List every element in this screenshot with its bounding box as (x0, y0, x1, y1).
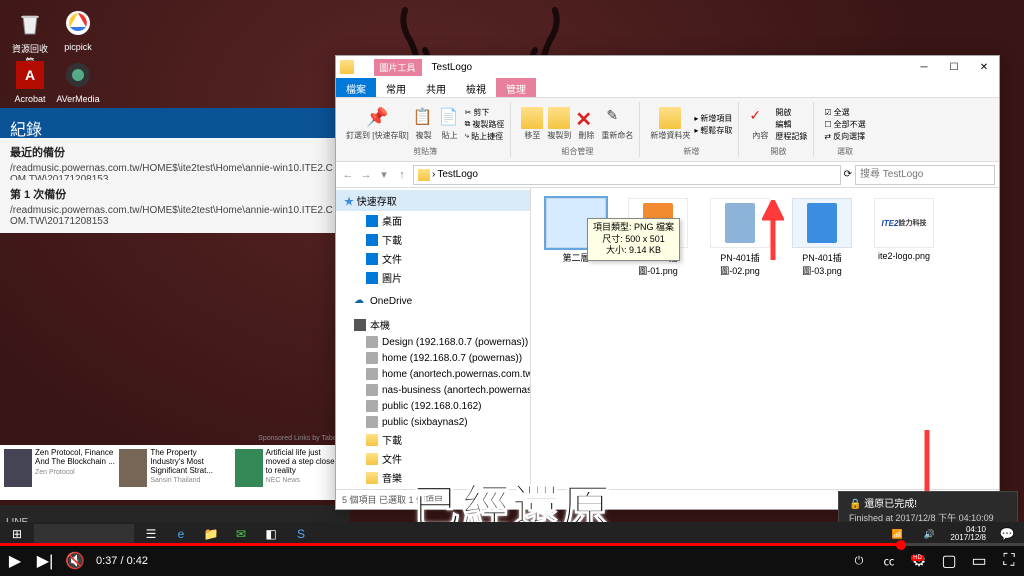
refresh-button[interactable]: ⟳ (844, 169, 852, 180)
nav-item[interactable]: home (anortech.powernas.com.tw (powernas… (336, 366, 530, 382)
tb-app[interactable]: ✉ (226, 523, 256, 545)
close-button[interactable]: ✕ (969, 56, 999, 78)
moveto-button[interactable]: 移至 (521, 107, 543, 141)
breadcrumb[interactable]: › TestLogo (413, 165, 841, 185)
theater-button[interactable]: ▭ (964, 546, 994, 576)
annotation-arrow (762, 200, 784, 260)
nav-item[interactable]: 桌面 (336, 211, 530, 230)
progress-bar[interactable] (0, 543, 1024, 546)
nav-thispc[interactable]: 本機 (336, 315, 530, 334)
desktop-icon-picpick[interactable]: picpick (56, 6, 100, 52)
select-none-button[interactable]: ☐ 全部不選 (824, 119, 865, 130)
desktop-icon-label: Acrobat (14, 94, 45, 104)
tb-app[interactable]: ◧ (256, 523, 286, 545)
properties-button[interactable]: ✓內容 (749, 107, 771, 141)
nav-item[interactable]: 文件 (336, 449, 530, 468)
edit-button[interactable]: 編輯 (775, 119, 807, 130)
autoplay-toggle[interactable]: ⏻ (844, 546, 874, 576)
news-item[interactable]: The Property Industry's Most Significant… (119, 449, 230, 496)
taskbar-search[interactable] (34, 524, 134, 544)
nav-item[interactable]: Design (192.168.0.7 (powernas)) (336, 334, 530, 350)
news-item[interactable]: Zen Protocol, Finance And The Blockchain… (4, 449, 115, 496)
new-item-button[interactable]: ▸ 新增項目 (694, 113, 732, 124)
next-button[interactable]: ▶| (30, 546, 60, 576)
miniplayer-button[interactable]: ▢ (934, 546, 964, 576)
pin-button[interactable]: 📌釘選到 [快速存取] (346, 107, 409, 141)
tab-share[interactable]: 共用 (416, 78, 456, 97)
nav-item[interactable]: home (192.168.0.7 (powernas)) (336, 350, 530, 366)
backup-title: 紀錄 (10, 116, 340, 140)
tray-icon[interactable]: 🔊 (914, 523, 944, 545)
open-button[interactable]: 開啟 (775, 107, 807, 118)
time-display: 0:37 / 0:42 (96, 555, 148, 567)
titlebar: . 圖片工具 TestLogo ─ ☐ ✕ (336, 56, 999, 78)
nav-item[interactable]: public (192.168.0.162) (336, 398, 530, 414)
nav-pane[interactable]: ★ 快速存取 桌面 下載 文件 圖片 ☁OneDrive 本機 Design (… (336, 188, 531, 489)
copy-path-button[interactable]: ⧉ 複製路徑 (465, 119, 505, 130)
play-button[interactable]: ▶ (0, 546, 30, 576)
nav-quick-access[interactable]: ★ 快速存取 (336, 190, 530, 211)
file-png[interactable]: ITE2詮力科技 ite2-logo.png (869, 198, 939, 261)
desktop-icon-label: AVerMedia (56, 94, 99, 104)
minimize-button[interactable]: ─ (909, 56, 939, 78)
invert-select-button[interactable]: ⇄ 反向選擇 (824, 131, 865, 142)
history-button[interactable]: 歷程記錄 (775, 131, 807, 142)
easy-access-button[interactable]: ▸ 輕鬆存取 (694, 125, 732, 136)
tb-app[interactable]: 📁 (196, 523, 226, 545)
nav-item[interactable]: nas-business (anortech.powernas.com.tw (… (336, 382, 530, 398)
delete-button[interactable]: ✕刪除 (575, 107, 597, 141)
explorer-window: . 圖片工具 TestLogo ─ ☐ ✕ 檔案 常用 共用 檢視 管理 📌釘選… (335, 55, 1000, 510)
nav-fwd[interactable]: → (358, 167, 374, 183)
news-item[interactable]: Artificial life just moved a step closer… (235, 449, 346, 496)
nav-item[interactable]: 下載 (336, 430, 530, 449)
new-folder-button[interactable]: 新增資料夾 (650, 107, 690, 141)
rename-button[interactable]: ✎重新命名 (601, 107, 633, 141)
taskbar-clock[interactable]: 04:10 2017/12/8 (946, 526, 990, 542)
tab-view[interactable]: 檢視 (456, 78, 496, 97)
news-strip: Sponsored Links by Taboola Zen Protocol,… (0, 445, 350, 500)
ribbon-tabs: 檔案 常用 共用 檢視 管理 (336, 78, 999, 98)
copyto-button[interactable]: 複製到 (547, 107, 571, 141)
file-tooltip: 項目類型: PNG 檔案 尺寸: 500 x 501 大小: 9.14 KB (587, 218, 680, 261)
paste-button[interactable]: 📄貼上 (439, 107, 461, 141)
mute-button[interactable]: 🔇 (60, 546, 90, 576)
cut-button[interactable]: ✂ 剪下 (465, 107, 505, 118)
search-input[interactable] (855, 165, 995, 185)
start-button[interactable]: ⊞ (2, 523, 32, 545)
task-view[interactable]: ☰ (136, 523, 166, 545)
copy-button[interactable]: 📋複製 (413, 107, 435, 141)
desktop-icon-label: picpick (64, 42, 92, 52)
nav-back[interactable]: ← (340, 167, 356, 183)
paste-shortcut-button[interactable]: ⤷ 貼上捷徑 (465, 131, 505, 142)
address-bar: ← → ▾ ↑ › TestLogo ⟳ (336, 162, 999, 188)
notifications-button[interactable]: 💬 (992, 523, 1022, 545)
nav-item[interactable]: 文件 (336, 249, 530, 268)
backup-first: 第 1 次備份 /readmusic.powernas.com.tw/HOME$… (0, 180, 350, 233)
nav-recent[interactable]: ▾ (376, 167, 392, 183)
tab-file[interactable]: 檔案 (336, 78, 376, 97)
tb-app[interactable]: e (166, 523, 196, 545)
maximize-button[interactable]: ☐ (939, 56, 969, 78)
nav-onedrive[interactable]: ☁OneDrive (336, 293, 530, 309)
tb-app[interactable]: S (286, 523, 316, 545)
captions-button[interactable]: ㏄ (874, 546, 904, 576)
context-tab-label: 圖片工具 (374, 59, 422, 76)
ribbon: 📌釘選到 [快速存取] 📋複製 📄貼上 ✂ 剪下 ⧉ 複製路徑 ⤷ 貼上捷徑 剪… (336, 98, 999, 162)
tab-home[interactable]: 常用 (376, 78, 416, 97)
desktop-icon-acrobat[interactable]: A Acrobat (8, 58, 52, 104)
tab-manage[interactable]: 管理 (496, 78, 536, 97)
nav-item[interactable]: public (sixbaynas2) (336, 414, 530, 430)
nav-up[interactable]: ↑ (394, 167, 410, 183)
settings-button[interactable]: ⚙HD (904, 546, 934, 576)
desktop-icon-aver[interactable]: AVerMedia (56, 58, 100, 104)
nav-item[interactable]: 圖片 (336, 268, 530, 287)
fullscreen-button[interactable]: ⛶ (994, 546, 1024, 576)
nav-item[interactable]: 下載 (336, 230, 530, 249)
video-player-bar: ▶ ▶| 🔇 0:37 / 0:42 ⏻ ㏄ ⚙HD ▢ ▭ ⛶ (0, 546, 1024, 576)
file-png[interactable]: PN-401插圖-03.png 項目類型: PNG 檔案 尺寸: 500 x 5… (787, 198, 857, 277)
window-title: TestLogo (432, 62, 473, 73)
folder-icon (340, 60, 354, 74)
select-all-button[interactable]: ☑ 全選 (824, 107, 865, 118)
